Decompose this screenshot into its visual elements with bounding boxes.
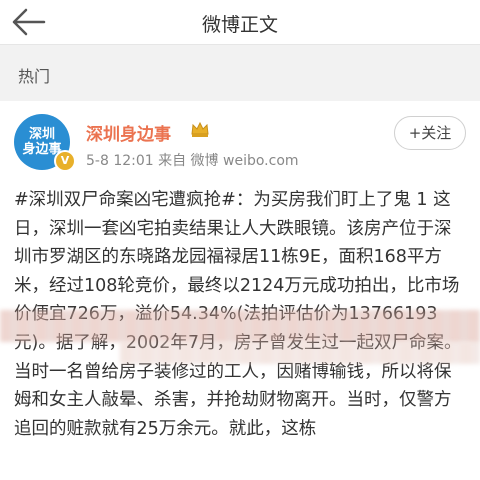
author-name[interactable]: 深圳身边事 [86,120,171,145]
section-label: 热门 [18,67,51,86]
top-bar: 微博正文 [0,0,480,45]
crown-icon [191,121,209,137]
post-body: #深圳双尸命案凶宅遭疯抢#：为买房我们盯上了鬼 1 这日，深圳一套凶宅拍卖结果让… [14,186,462,443]
post-meta: 5-8 12:01 来自 微博 weibo.com [86,153,299,169]
hashtag-link[interactable]: #深圳双尸命案凶宅遭疯抢# [14,190,236,210]
post-card: 深圳 身边事 V 深圳身边事 5-8 12:01 来自 微博 weibo.com… [0,102,480,480]
verified-badge-icon: V [54,150,76,172]
follow-button[interactable]: +关注 [394,116,466,150]
post-text: ：为买房我们盯上了鬼 1 这日，深圳一套凶宅拍卖结果让人大跌眼镜。该房产位于深圳… [14,190,462,439]
section-header: 热门 [0,45,480,101]
avatar-text-line: 深圳 [28,127,55,142]
page-title: 微博正文 [201,14,278,36]
